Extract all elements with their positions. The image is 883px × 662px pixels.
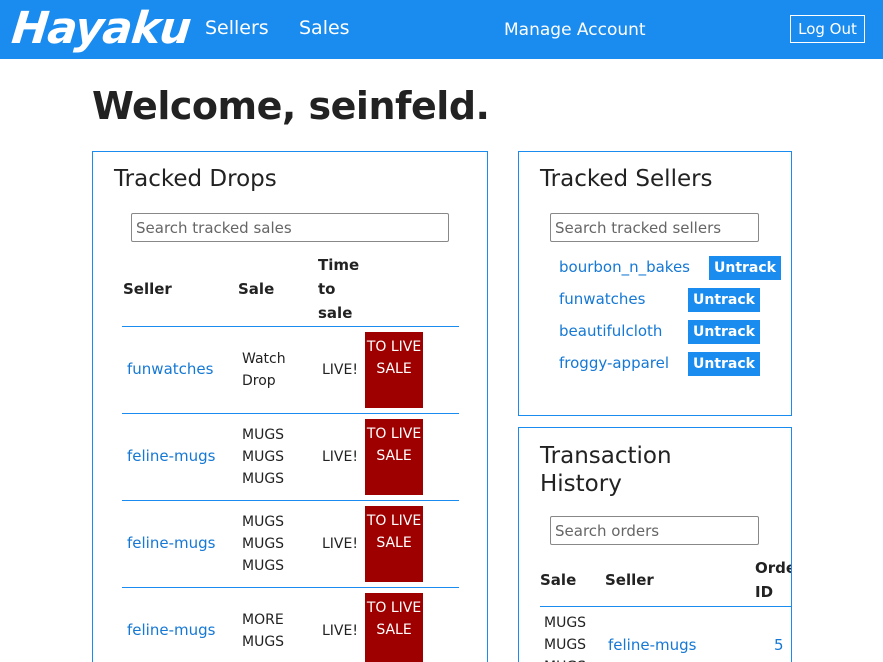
seller-link[interactable]: funwatches: [127, 360, 213, 378]
nav-sales-link[interactable]: Sales: [299, 17, 350, 39]
untrack-button[interactable]: Untrack: [688, 288, 760, 312]
nav-manage-account-link[interactable]: Manage Account: [504, 20, 646, 40]
time-to-sale: LIVE!: [322, 449, 358, 465]
time-to-sale: LIVE!: [322, 536, 358, 552]
to-live-sale-button[interactable]: TO LIVE SALE: [365, 332, 423, 408]
brand-logo[interactable]: Hayaku: [9, 3, 192, 54]
seller-link[interactable]: feline-mugs: [127, 621, 215, 639]
to-live-sale-button[interactable]: TO LIVE SALE: [365, 506, 423, 582]
logout-button[interactable]: Log Out: [790, 15, 865, 43]
header-divider: [540, 606, 791, 607]
transaction-history-title: Transaction History: [540, 443, 672, 497]
column-header-seller: Seller: [123, 280, 172, 298]
tracked-drops-panel: Tracked Drops Seller Sale Time to sale f…: [92, 151, 488, 662]
column-header-sale: Sale: [540, 571, 577, 589]
column-header-order-id: Order ID: [755, 559, 791, 601]
tracked-sellers-title: Tracked Sellers: [540, 166, 713, 192]
to-live-sale-button[interactable]: TO LIVE SALE: [365, 593, 423, 662]
column-header-seller: Seller: [605, 571, 654, 589]
tracked-seller-link[interactable]: froggy-apparel: [559, 354, 669, 372]
row-divider: [122, 587, 459, 588]
to-live-sale-button[interactable]: TO LIVE SALE: [365, 419, 423, 495]
transaction-history-panel: Transaction History Sale Seller Order ID…: [518, 427, 792, 662]
untrack-button[interactable]: Untrack: [709, 256, 781, 280]
time-to-sale: LIVE!: [322, 362, 358, 378]
tracked-seller-link[interactable]: funwatches: [559, 290, 645, 308]
search-orders-input[interactable]: [550, 516, 759, 545]
sale-name: MUGS MUGS MUGS: [544, 615, 587, 662]
welcome-heading: Welcome, seinfeld.: [92, 84, 490, 128]
sale-name: MORE MUGS: [242, 612, 285, 650]
header-divider: [122, 326, 459, 327]
untrack-button[interactable]: Untrack: [688, 320, 760, 344]
seller-link[interactable]: feline-mugs: [608, 636, 696, 654]
sale-name: Watch Drop: [242, 351, 286, 389]
tracked-drops-title: Tracked Drops: [114, 166, 277, 192]
time-to-sale: LIVE!: [322, 623, 358, 639]
row-divider: [122, 500, 459, 501]
sale-name: MUGS MUGS MUGS: [242, 514, 285, 574]
untrack-button[interactable]: Untrack: [688, 352, 760, 376]
seller-link[interactable]: feline-mugs: [127, 447, 215, 465]
tracked-seller-link[interactable]: bourbon_n_bakes: [559, 258, 690, 276]
top-navbar: Hayaku Sellers Sales Manage Account Log …: [0, 0, 883, 59]
search-tracked-sales-input[interactable]: [131, 213, 449, 242]
search-tracked-sellers-input[interactable]: [550, 213, 759, 242]
tracked-sellers-panel: Tracked Sellers bourbon_n_bakes Untrack …: [518, 151, 792, 416]
order-id-link[interactable]: 5: [774, 636, 784, 654]
seller-link[interactable]: feline-mugs: [127, 534, 215, 552]
column-header-sale: Sale: [238, 280, 275, 298]
column-header-time-to-sale: Time to sale: [318, 256, 360, 322]
sale-name: MUGS MUGS MUGS: [242, 427, 285, 487]
nav-sellers-link[interactable]: Sellers: [205, 17, 269, 39]
row-divider: [122, 413, 459, 414]
tracked-seller-link[interactable]: beautifulcloth: [559, 322, 662, 340]
